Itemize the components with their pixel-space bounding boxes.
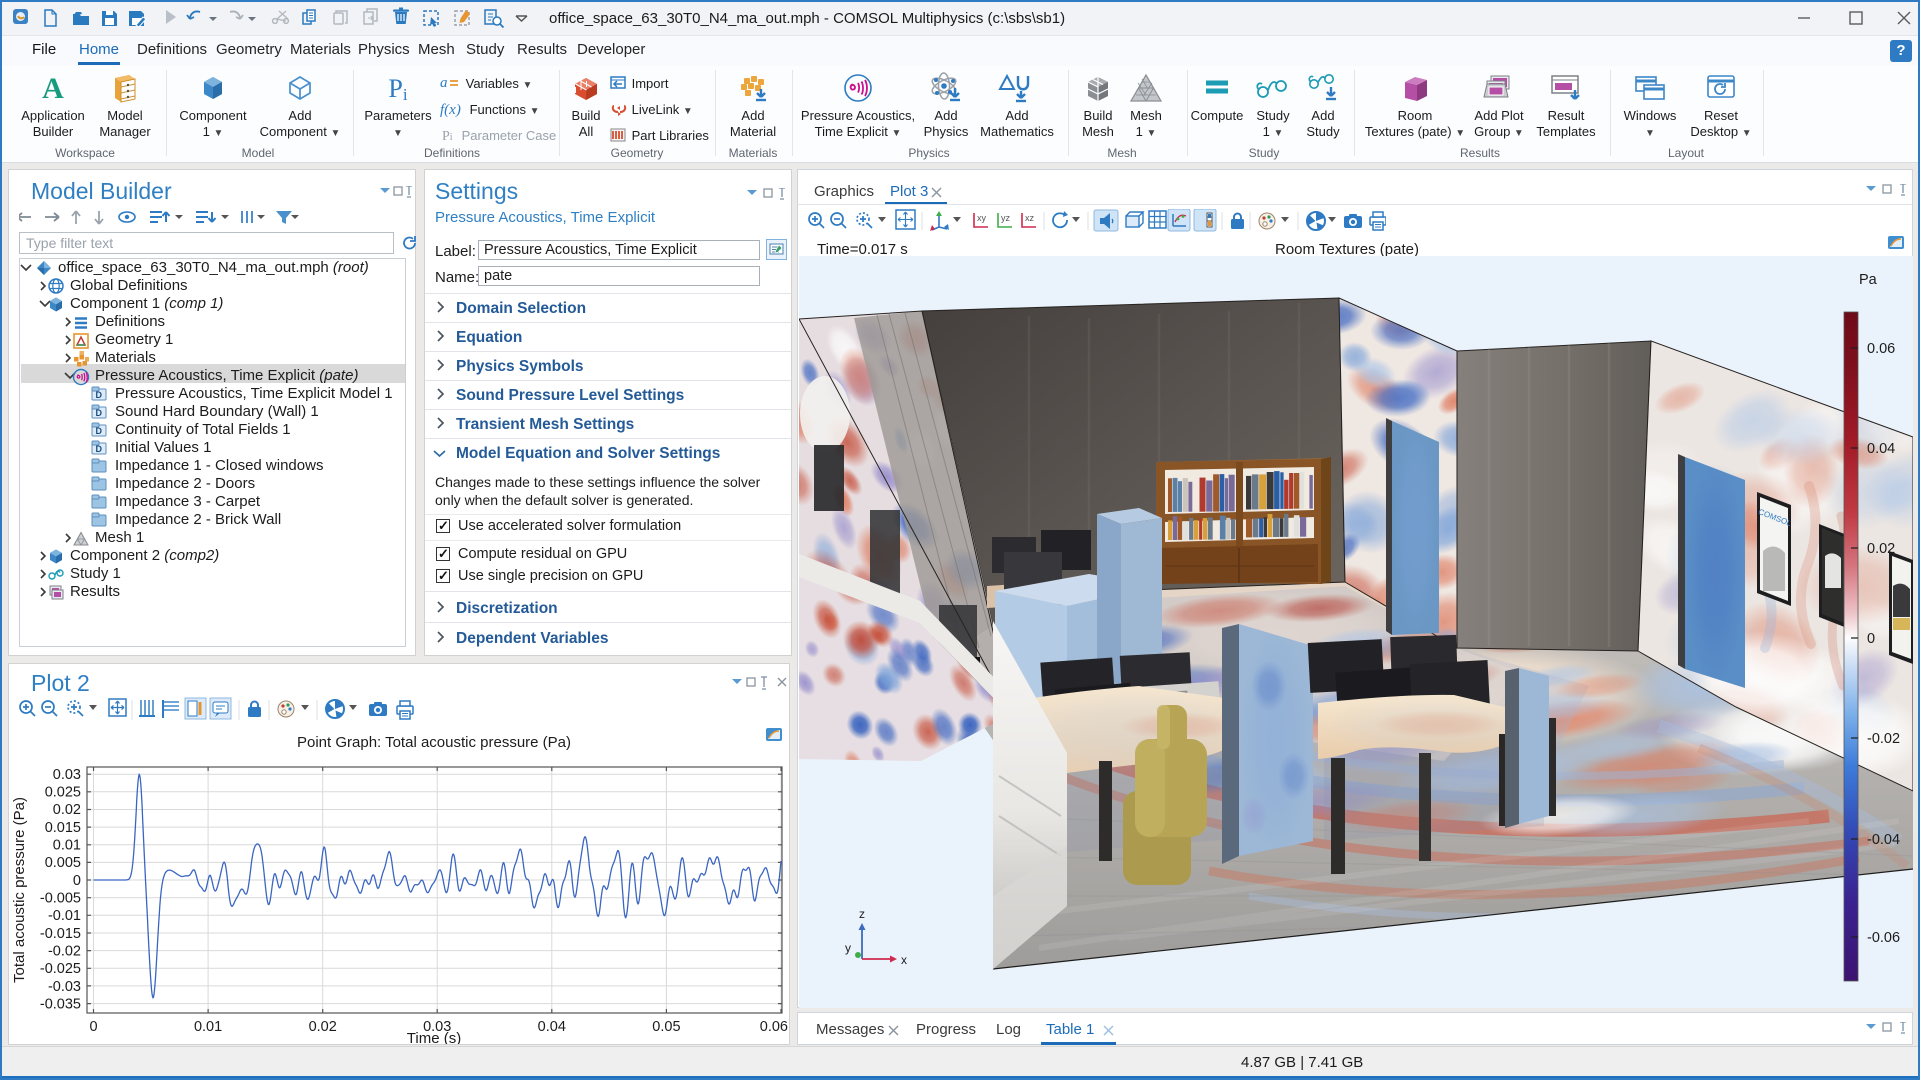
svg-text:yz: yz bbox=[1001, 213, 1011, 223]
svg-text:0.04: 0.04 bbox=[538, 1019, 566, 1035]
svg-text:xz: xz bbox=[1025, 213, 1035, 223]
svg-text:0: 0 bbox=[73, 873, 81, 889]
svg-text:-0.015: -0.015 bbox=[40, 926, 81, 942]
svg-text:xy: xy bbox=[977, 213, 987, 223]
svg-text:-0.06: -0.06 bbox=[1867, 930, 1900, 946]
svg-text:0.005: 0.005 bbox=[45, 855, 81, 871]
svg-text:Point Graph: Total acoustic pr: Point Graph: Total acoustic pressure (Pa… bbox=[297, 734, 571, 751]
svg-text:Pi: Pi bbox=[388, 74, 407, 104]
svg-text:a: a bbox=[440, 75, 448, 91]
svg-text:0.02: 0.02 bbox=[309, 1019, 337, 1035]
svg-text:-0.04: -0.04 bbox=[1867, 832, 1900, 848]
svg-text:y: y bbox=[845, 941, 851, 955]
svg-text:0.025: 0.025 bbox=[45, 785, 81, 801]
svg-text:0.01: 0.01 bbox=[53, 838, 81, 854]
svg-text:Pa: Pa bbox=[1859, 272, 1878, 288]
svg-text:D: D bbox=[96, 390, 103, 400]
svg-text:-0.005: -0.005 bbox=[40, 891, 81, 907]
svg-text:0.02: 0.02 bbox=[53, 802, 81, 818]
svg-text:0.03: 0.03 bbox=[53, 767, 81, 783]
svg-text:-0.01: -0.01 bbox=[48, 908, 81, 924]
svg-text:-0.02: -0.02 bbox=[48, 944, 81, 960]
svg-text:0.01: 0.01 bbox=[194, 1019, 222, 1035]
svg-text:0: 0 bbox=[89, 1019, 97, 1035]
svg-text:Total acoustic pressure (Pa): Total acoustic pressure (Pa) bbox=[11, 797, 28, 983]
svg-text:Pi: Pi bbox=[442, 129, 453, 143]
svg-text:z: z bbox=[859, 907, 865, 921]
svg-text:x: x bbox=[901, 953, 907, 967]
svg-text:0.06: 0.06 bbox=[1867, 341, 1895, 357]
svg-text:0: 0 bbox=[1867, 631, 1875, 647]
svg-text:f(x): f(x) bbox=[440, 102, 461, 117]
svg-text:Time (s): Time (s) bbox=[407, 1030, 461, 1044]
svg-text:0.04: 0.04 bbox=[1867, 441, 1895, 457]
svg-text:0.05: 0.05 bbox=[652, 1019, 680, 1035]
svg-text:0.015: 0.015 bbox=[45, 820, 81, 836]
svg-text:-0.025: -0.025 bbox=[40, 961, 81, 977]
svg-text:0.06: 0.06 bbox=[760, 1019, 788, 1035]
svg-text:-0.035: -0.035 bbox=[40, 997, 81, 1013]
svg-text:-0.03: -0.03 bbox=[48, 979, 81, 995]
svg-text:-0.02: -0.02 bbox=[1867, 731, 1900, 747]
svg-text:0.02: 0.02 bbox=[1867, 541, 1895, 557]
